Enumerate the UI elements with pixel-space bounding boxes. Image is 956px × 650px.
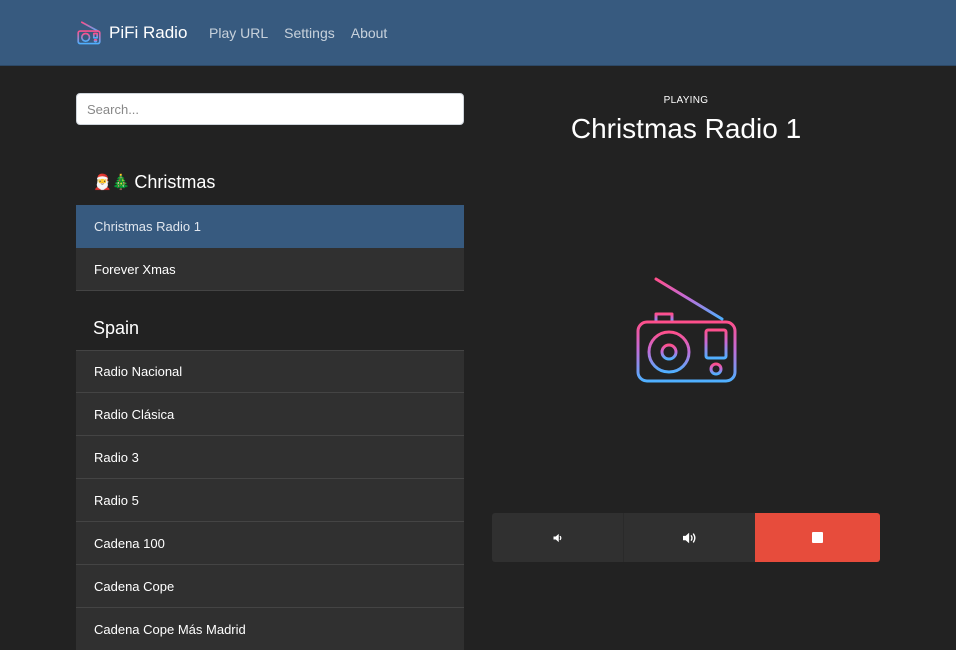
nav-link-play-url[interactable]: Play URL [209,25,268,41]
station-item-forever-xmas[interactable]: Forever Xmas [76,248,464,291]
volume-up-button[interactable] [623,513,755,562]
brand-link[interactable]: PiFi Radio [77,18,187,48]
station-item-radio-nacional[interactable]: Radio Nacional [76,350,464,393]
group-title-label: Spain [93,318,140,338]
group-title-christmas: 🎅🎄 Christmas [93,172,215,193]
christmas-emoji: 🎅🎄 [93,174,131,191]
playing-station-title: Christmas Radio 1 [570,113,802,144]
station-item-radio-5[interactable]: Radio 5 [76,479,464,522]
navbar: PiFi Radio Play URL Settings About [0,0,956,66]
station-list-christmas: Christmas Radio 1 Forever Xmas [76,205,464,291]
brand-name: PiFi Radio [109,23,188,42]
playback-controls [492,513,880,562]
station-item-cadena-cope[interactable]: Cadena Cope [76,565,464,608]
station-item-cadena-cope-mas-madrid[interactable]: Cadena Cope Más Madrid [76,608,464,650]
stop-icon [812,532,823,543]
nav-links: Play URL Settings About [209,0,387,66]
station-item-radio-3[interactable]: Radio 3 [76,436,464,479]
station-list-spain: Radio Nacional Radio Clásica Radio 3 Rad… [76,350,464,650]
radio-icon [636,277,737,383]
search-input[interactable] [76,93,464,125]
station-item-cadena-100[interactable]: Cadena 100 [76,522,464,565]
nav-link-settings[interactable]: Settings [284,25,335,41]
stop-button[interactable] [755,513,880,562]
nav-link-about[interactable]: About [351,25,388,41]
station-item-radio-clasica[interactable]: Radio Clásica [76,393,464,436]
group-title-spain: Spain [93,318,139,339]
station-item-christmas-radio-1[interactable]: Christmas Radio 1 [76,205,464,248]
playing-status: PLAYING [663,95,709,106]
volume-up-icon [682,532,696,543]
group-title-label: Christmas [134,172,216,192]
radio-icon [77,21,101,45]
volume-down-icon [553,533,561,542]
volume-down-button[interactable] [492,513,623,562]
